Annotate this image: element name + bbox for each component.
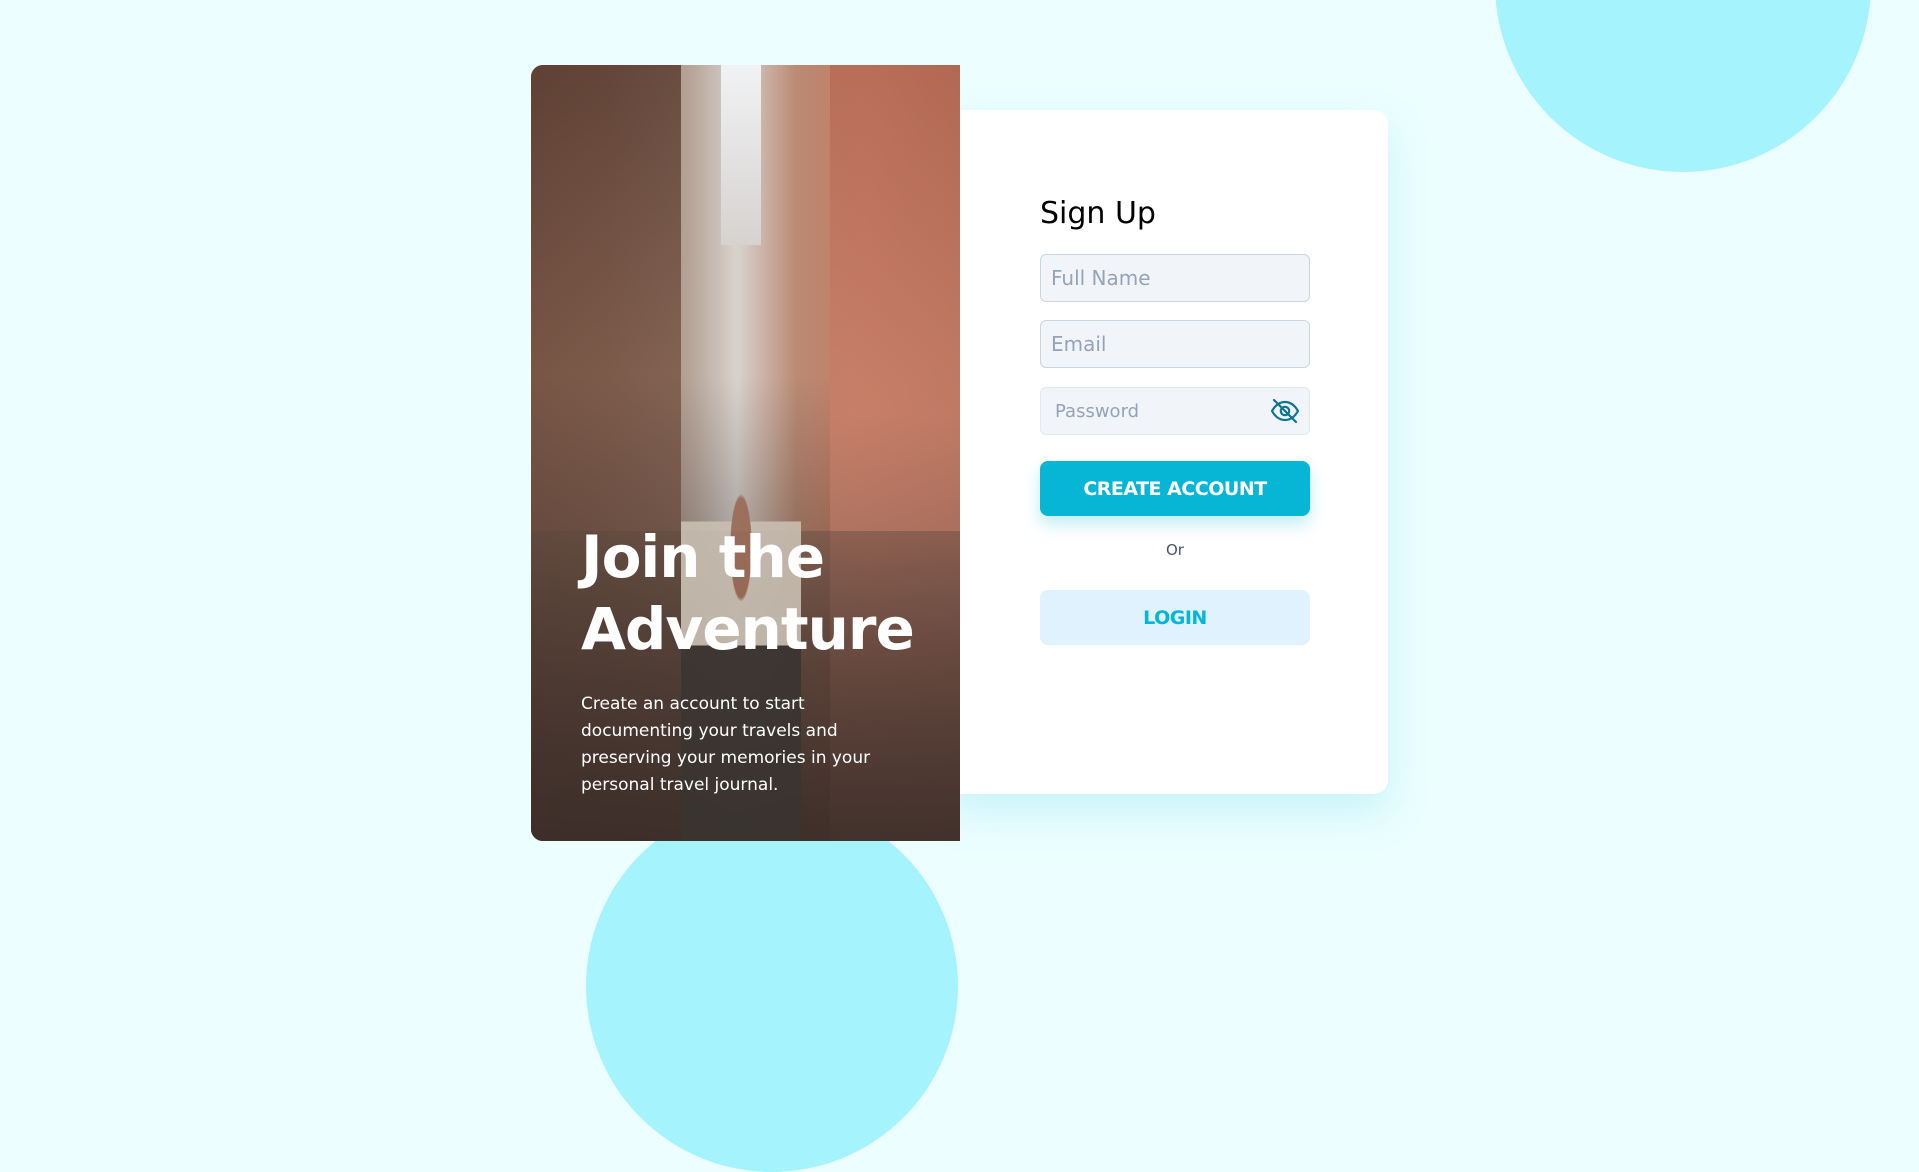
decorative-circle-bottom — [586, 800, 958, 1172]
hero-subtitle: Create an account to start documenting y… — [581, 694, 871, 795]
hero-text: Join the Adventure Create an account to … — [581, 521, 915, 799]
create-account-button[interactable]: CREATE ACCOUNT — [1040, 461, 1310, 516]
hero-image-panel: Join the Adventure Create an account to … — [531, 65, 960, 841]
hero-photo-sky — [721, 65, 761, 245]
or-divider: Or — [1166, 541, 1184, 559]
eye-off-icon[interactable] — [1270, 398, 1300, 424]
email-input[interactable] — [1040, 320, 1310, 368]
full-name-input[interactable] — [1040, 254, 1310, 302]
login-button[interactable]: LOGIN — [1040, 590, 1310, 645]
form-title: Sign Up — [1040, 196, 1156, 231]
hero-title: Join the Adventure — [581, 523, 915, 663]
signup-form: Sign Up CREATE ACCOUNT Or LOGIN — [1040, 190, 1310, 645]
password-field-wrapper — [1040, 387, 1310, 435]
decorative-circle-top — [1495, 0, 1871, 172]
